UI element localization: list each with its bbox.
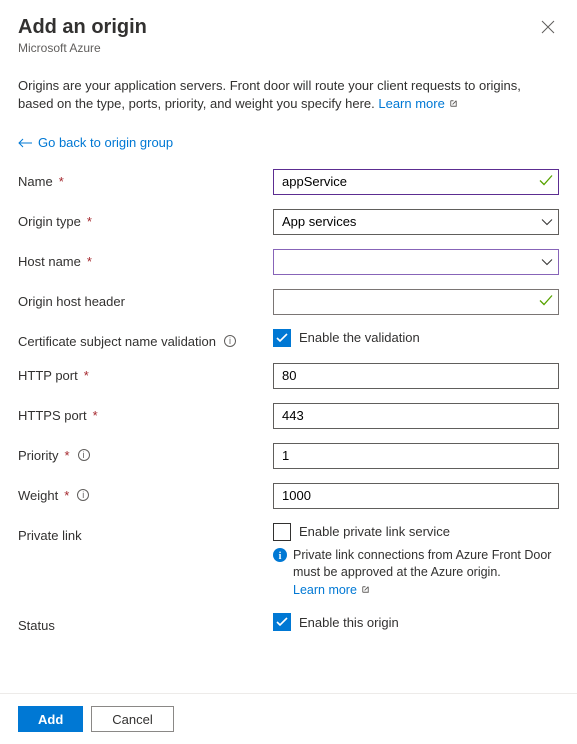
info-filled-icon: i [273, 548, 287, 600]
learn-more-link[interactable]: Learn more [378, 96, 459, 111]
label-origin-host-header: Origin host header [18, 289, 273, 309]
back-to-group-link[interactable]: Go back to origin group [18, 135, 173, 150]
enable-private-link-label: Enable private link service [299, 524, 450, 539]
enable-origin-label: Enable this origin [299, 615, 399, 630]
info-icon[interactable]: i [78, 449, 90, 461]
description-text: Origins are your application servers. Fr… [18, 77, 559, 113]
http-port-input[interactable] [273, 363, 559, 389]
origin-type-select[interactable]: App services [273, 209, 559, 235]
label-name: Name* [18, 169, 273, 189]
close-icon [541, 20, 555, 34]
external-link-icon [448, 98, 459, 109]
enable-private-link-checkbox[interactable] [273, 523, 291, 541]
label-priority: Priority*i [18, 443, 273, 463]
external-link-icon [360, 584, 371, 595]
private-link-note: Private link connections from Azure Fron… [293, 548, 551, 580]
label-http-port: HTTP port* [18, 363, 273, 383]
host-name-select[interactable] [273, 249, 559, 275]
enable-validation-label: Enable the validation [299, 330, 420, 345]
label-cert-validation: Certificate subject name validationi [18, 329, 273, 349]
label-origin-type: Origin type* [18, 209, 273, 229]
panel-title: Add an origin [18, 16, 147, 39]
label-private-link: Private link [18, 523, 273, 543]
panel-subtitle: Microsoft Azure [18, 41, 147, 55]
label-status: Status [18, 613, 273, 633]
info-icon[interactable]: i [77, 489, 89, 501]
private-link-learn-more[interactable]: Learn more [293, 583, 371, 597]
name-input[interactable] [273, 169, 559, 195]
arrow-left-icon [18, 138, 32, 148]
checkmark-icon [276, 617, 288, 627]
label-host-name: Host name* [18, 249, 273, 269]
label-https-port: HTTPS port* [18, 403, 273, 423]
close-button[interactable] [537, 16, 559, 41]
checkmark-icon [276, 333, 288, 343]
weight-input[interactable] [273, 483, 559, 509]
priority-input[interactable] [273, 443, 559, 469]
enable-origin-checkbox[interactable] [273, 613, 291, 631]
enable-validation-checkbox[interactable] [273, 329, 291, 347]
add-button[interactable]: Add [18, 706, 83, 732]
svg-text:i: i [279, 551, 282, 562]
origin-host-header-input[interactable] [273, 289, 559, 315]
cancel-button[interactable]: Cancel [91, 706, 173, 732]
label-weight: Weight*i [18, 483, 273, 503]
info-icon[interactable]: i [224, 335, 236, 347]
https-port-input[interactable] [273, 403, 559, 429]
